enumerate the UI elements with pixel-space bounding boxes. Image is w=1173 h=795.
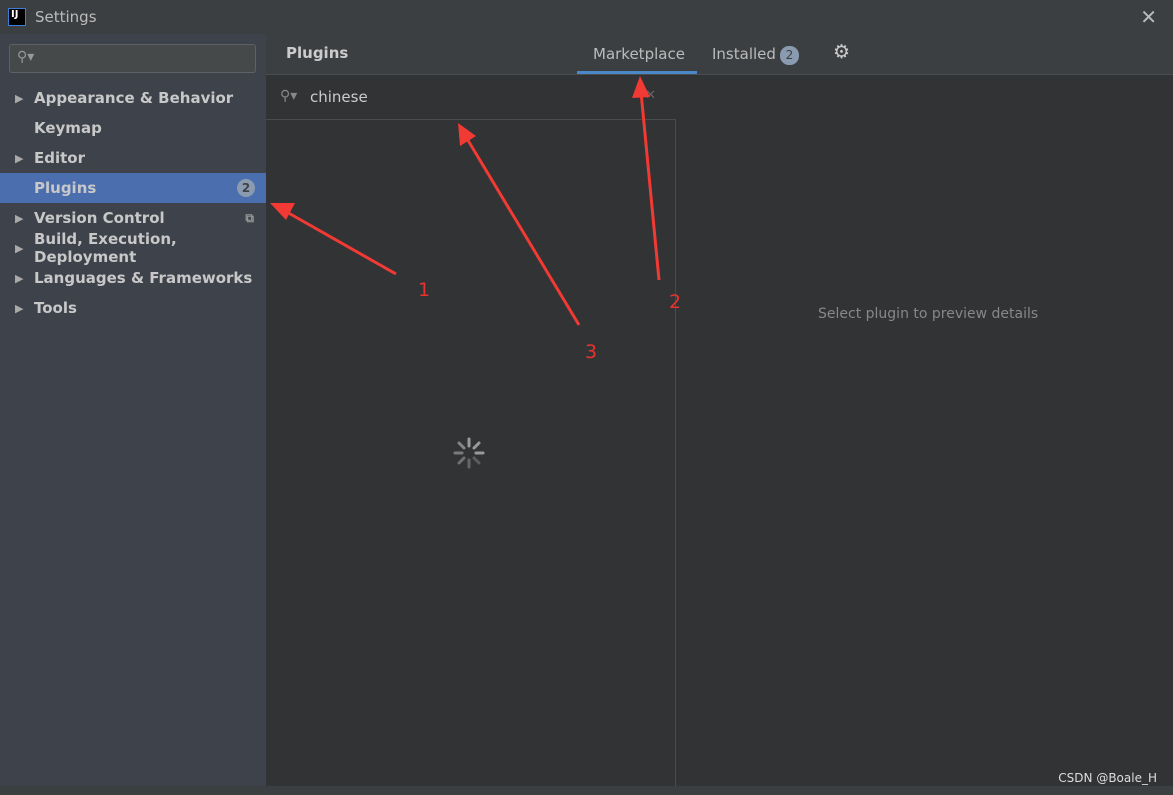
plugin-list: ⚲▾ chinese ✕ <box>266 76 676 786</box>
plugin-search-input[interactable]: ⚲▾ chinese ✕ <box>266 76 676 120</box>
sidebar-item-editor[interactable]: ▶ Editor <box>0 143 266 173</box>
tab-installed[interactable]: Installed 2 <box>712 45 799 65</box>
tab-marketplace[interactable]: Marketplace <box>593 45 685 63</box>
sidebar-item-label: Languages & Frameworks <box>34 269 253 287</box>
plugins-panel: Plugins Marketplace Installed 2 ⚙ ⚲▾ chin… <box>266 34 1173 786</box>
sidebar-item-build[interactable]: ▶ Build, Execution, Deployment <box>0 230 266 266</box>
annotation-number-3: 3 <box>585 341 598 363</box>
sidebar-item-appearance[interactable]: ▶ Appearance & Behavior <box>0 83 266 113</box>
sidebar-item-label: Build, Execution, Deployment <box>34 230 177 266</box>
page-title: Plugins <box>286 44 349 62</box>
sidebar-item-label: Plugins <box>34 179 97 197</box>
sidebar-item-languages[interactable]: ▶ Languages & Frameworks <box>0 263 266 293</box>
expand-arrow-icon: ▶ <box>15 151 24 165</box>
title-bar: IJ Settings ✕ <box>0 0 1173 34</box>
expand-arrow-icon: ▶ <box>15 241 24 255</box>
sidebar-item-label: Appearance & Behavior <box>34 89 234 107</box>
sidebar-item-label: Editor <box>34 149 85 167</box>
annotation-number-1: 1 <box>418 279 431 301</box>
sidebar-item-keymap[interactable]: Keymap <box>0 113 266 143</box>
watermark: CSDN @Boale_H <box>1058 771 1157 785</box>
search-icon: ⚲▾ <box>280 88 298 104</box>
sidebar-item-tools[interactable]: ▶ Tools <box>0 293 266 323</box>
tab-label: Installed <box>712 45 776 63</box>
search-icon: ⚲▾ <box>17 49 35 65</box>
expand-arrow-icon: ▶ <box>15 91 24 105</box>
sidebar-item-label: Keymap <box>34 119 102 137</box>
sidebar-item-label: Tools <box>34 299 77 317</box>
clear-search-icon[interactable]: ✕ <box>645 88 656 103</box>
annotation-number-2: 2 <box>669 291 682 313</box>
loading-spinner-icon <box>453 437 485 469</box>
sidebar-item-version-control[interactable]: ▶ Version Control ⧉ <box>0 203 266 233</box>
window-title: Settings <box>35 8 97 26</box>
gear-icon[interactable]: ⚙ <box>833 41 850 63</box>
active-tab-indicator <box>577 71 697 74</box>
preview-empty-text: Select plugin to preview details <box>818 306 1039 322</box>
project-scope-icon: ⧉ <box>245 210 254 225</box>
sidebar-item-label: Version Control <box>34 209 165 227</box>
expand-arrow-icon: ▶ <box>15 271 24 285</box>
settings-search-input[interactable]: ⚲▾ <box>9 44 256 73</box>
settings-sidebar: ⚲▾ ▶ Appearance & Behavior Keymap ▶ Editor… <box>0 34 266 786</box>
intellij-logo-icon: IJ <box>8 8 26 26</box>
bottom-bar <box>0 786 1173 795</box>
plugins-count-badge: 2 <box>237 179 255 197</box>
installed-count-badge: 2 <box>779 46 799 65</box>
sidebar-item-plugins[interactable]: Plugins 2 <box>0 173 266 203</box>
plugins-header: Plugins Marketplace Installed 2 ⚙ <box>266 34 1173 75</box>
search-value: chinese <box>310 88 368 106</box>
close-icon[interactable]: ✕ <box>1140 5 1157 29</box>
expand-arrow-icon: ▶ <box>15 211 24 225</box>
expand-arrow-icon: ▶ <box>15 301 24 315</box>
